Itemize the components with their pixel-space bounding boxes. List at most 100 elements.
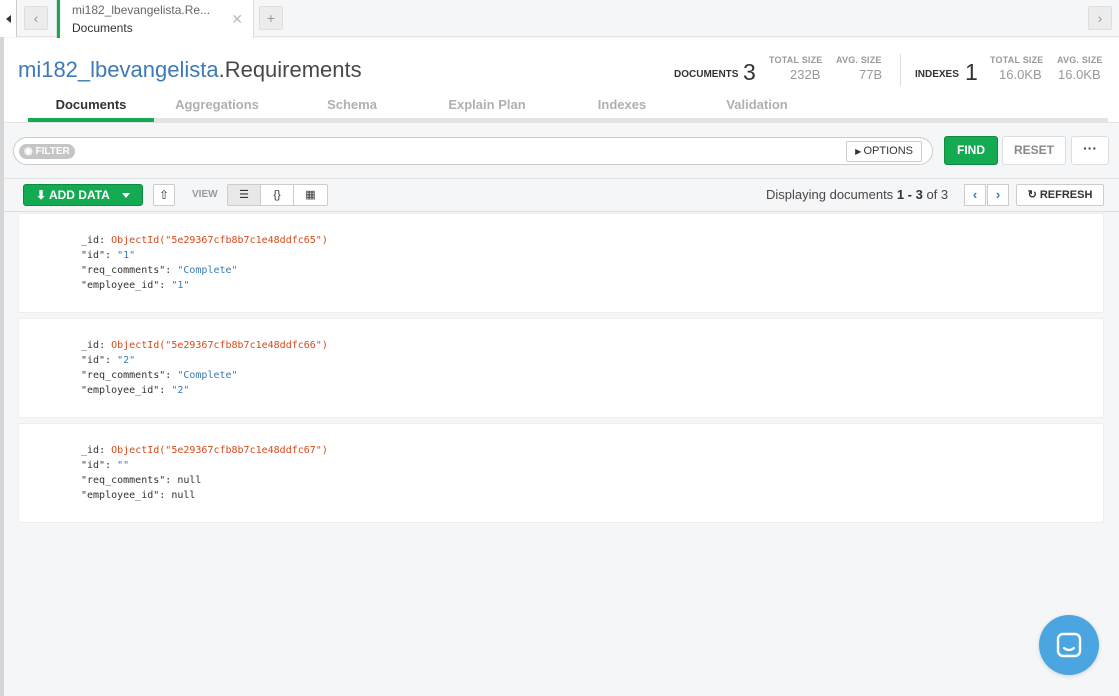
field-value: "Complete"	[177, 370, 238, 381]
json-view-button[interactable]: {}	[261, 185, 294, 205]
displaying-of: of	[926, 187, 938, 202]
field-key: "req_comments"	[81, 265, 166, 276]
tab-explain-plan[interactable]: Explain Plan	[424, 96, 550, 122]
add-data-label: ADD DATA	[48, 188, 110, 202]
refresh-button[interactable]: ↻ REFRESH	[1016, 184, 1104, 206]
caret-left-icon	[5, 14, 11, 23]
info-icon: ◉	[24, 146, 36, 157]
filter-pill-label: FILTER	[35, 146, 70, 157]
field-row: "req_comments": "Complete"	[81, 265, 238, 276]
tab-documents[interactable]: Documents	[28, 96, 154, 122]
chevron-right-icon: ›	[1097, 10, 1103, 26]
field-key: "id"	[81, 250, 106, 261]
tab-validation[interactable]: Validation	[694, 96, 820, 122]
tab-bar: ‹ mi182_lbevangelista.Re... Documents ✕ …	[0, 0, 1119, 38]
docs-avg-size: 77B	[859, 67, 883, 82]
field-key: _id	[81, 340, 100, 351]
indexes-count: 1	[965, 59, 978, 85]
collection-tab[interactable]: mi182_lbevangelista.Re... Documents ✕	[56, 0, 254, 38]
page-title: mi182_lbevangelista.Requirements	[18, 57, 362, 83]
tab-title: mi182_lbevangelista.Re...	[72, 3, 211, 17]
field-key: _id	[81, 445, 100, 456]
field-value: "1"	[117, 250, 136, 261]
chevron-right-icon: ›	[995, 187, 1001, 202]
table-view-button[interactable]: ▦	[294, 185, 327, 205]
sidebar-collapse-button[interactable]	[0, 0, 17, 37]
chevron-left-icon: ‹	[972, 187, 978, 202]
documents-label: DOCUMENTS	[674, 69, 739, 80]
displaying-prefix: Displaying documents	[766, 187, 894, 202]
chat-launcher-button[interactable]	[1039, 615, 1099, 675]
tab-scroll-right-button[interactable]: ›	[1088, 6, 1112, 30]
idx-avg-size: 16.0KB	[1058, 67, 1101, 82]
document-fields: _id: ObjectId("5e29367cfb8b7c1e48ddfc65"…	[81, 233, 328, 293]
next-page-button[interactable]: ›	[987, 184, 1009, 206]
document-fields: _id: ObjectId("5e29367cfb8b7c1e48ddfc66"…	[81, 338, 328, 398]
reset-button[interactable]: RESET	[1002, 136, 1066, 165]
plus-icon: +	[266, 10, 276, 26]
displaying-range: 1 - 3	[896, 187, 923, 202]
tab-schema[interactable]: Schema	[289, 96, 415, 122]
find-button[interactable]: FIND	[944, 136, 998, 165]
tab-subtitle: Documents	[72, 21, 133, 35]
field-key: "req_comments"	[81, 370, 166, 381]
field-value: "Complete"	[177, 265, 238, 276]
field-row: _id: ObjectId("5e29367cfb8b7c1e48ddfc66"…	[81, 340, 328, 351]
filter-input[interactable]: ◉ FILTER ▶ OPTIONS	[13, 137, 933, 165]
tab-aggregations[interactable]: Aggregations	[154, 96, 280, 122]
field-row: "employee_id": "1"	[81, 280, 190, 291]
tab-scroll-left-button[interactable]: ‹	[24, 6, 48, 30]
database-name[interactable]: mi182_lbevangelista	[18, 57, 219, 82]
list-icon: ☰	[239, 189, 249, 201]
idx-avg-size-label: AVG. SIZE	[1057, 55, 1103, 65]
field-key: _id	[81, 235, 100, 246]
filter-pill: ◉ FILTER	[19, 144, 75, 159]
download-icon: ⬇	[36, 188, 49, 202]
upload-icon: ⇧	[158, 188, 170, 202]
collection-header: mi182_lbevangelista.Requirements DOCUMEN…	[4, 38, 1119, 122]
field-value: "2"	[171, 385, 190, 396]
field-value: null	[177, 475, 202, 486]
document-card[interactable]: _id: ObjectId("5e29367cfb8b7c1e48ddfc66"…	[18, 318, 1104, 418]
field-value: ObjectId("5e29367cfb8b7c1e48ddfc66")	[111, 340, 328, 351]
active-tab-accent	[57, 0, 60, 38]
documents-toolbar: ⬇ ADD DATA ⇧ VIEW ☰ {} ▦ Displaying docu…	[4, 178, 1119, 212]
docs-total-size-label: TOTAL SIZE	[769, 55, 823, 65]
field-row: "req_comments": "Complete"	[81, 370, 238, 381]
field-key: "id"	[81, 355, 106, 366]
query-bar: ◉ FILTER ▶ OPTIONS FIND RESET ···	[4, 122, 1119, 178]
more-options-button[interactable]: ···	[1071, 136, 1109, 165]
pagination-status: Displaying documents 1 - 3 of 3	[766, 187, 948, 202]
view-switcher: ☰ {} ▦	[227, 184, 328, 206]
export-button[interactable]: ⇧	[153, 184, 175, 206]
refresh-icon: ↻	[1027, 189, 1040, 201]
field-row: _id: ObjectId("5e29367cfb8b7c1e48ddfc67"…	[81, 445, 328, 456]
tab-indexes[interactable]: Indexes	[559, 96, 685, 122]
documents-count: 3	[743, 59, 756, 85]
close-tab-icon[interactable]: ✕	[231, 11, 243, 28]
stats-divider	[900, 54, 901, 86]
options-button[interactable]: ▶ OPTIONS	[846, 141, 922, 162]
document-card[interactable]: _id: ObjectId("5e29367cfb8b7c1e48ddfc67"…	[18, 423, 1104, 523]
field-key: "employee_id"	[81, 490, 160, 501]
field-value: ObjectId("5e29367cfb8b7c1e48ddfc67")	[111, 445, 328, 456]
idx-total-size: 16.0KB	[999, 67, 1042, 82]
field-key: "employee_id"	[81, 280, 160, 291]
add-data-button[interactable]: ⬇ ADD DATA	[23, 184, 143, 206]
idx-total-size-label: TOTAL SIZE	[990, 55, 1044, 65]
list-view-button[interactable]: ☰	[228, 185, 261, 205]
field-key: "id"	[81, 460, 106, 471]
collection-name: .Requirements	[218, 57, 362, 82]
field-value: ObjectId("5e29367cfb8b7c1e48ddfc65")	[111, 235, 328, 246]
field-key: "req_comments"	[81, 475, 166, 486]
prev-page-button[interactable]: ‹	[964, 184, 986, 206]
chat-icon	[1056, 632, 1082, 658]
field-row: "employee_id": "2"	[81, 385, 190, 396]
refresh-label: REFRESH	[1039, 189, 1093, 201]
add-tab-button[interactable]: +	[259, 6, 283, 30]
braces-icon: {}	[273, 189, 281, 201]
table-icon: ▦	[305, 189, 316, 201]
document-card[interactable]: _id: ObjectId("5e29367cfb8b7c1e48ddfc65"…	[18, 213, 1104, 313]
field-row: "id": "2"	[81, 355, 136, 366]
chevron-down-icon	[122, 193, 130, 198]
